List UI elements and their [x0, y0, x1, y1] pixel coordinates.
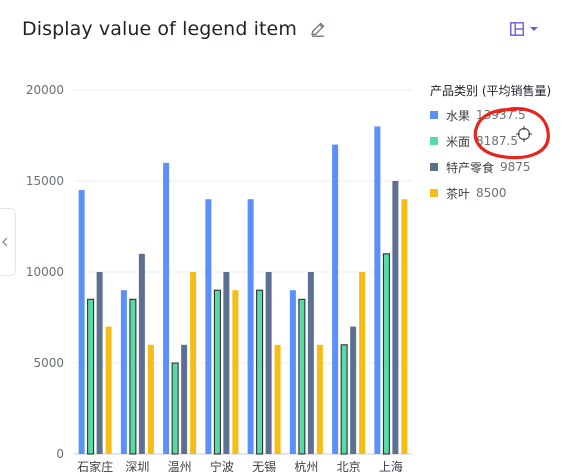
- y-tick-label: 0: [56, 447, 64, 461]
- bar: [171, 362, 179, 455]
- legend-item-specialty-snacks[interactable]: 特产零食 9875: [430, 158, 551, 176]
- x-tick-label: 深圳: [125, 460, 149, 472]
- bar: [265, 272, 272, 454]
- bar: [307, 272, 314, 454]
- bar: [256, 289, 264, 455]
- bar: [190, 272, 197, 454]
- legend-item-rice-noodles[interactable]: 米面 8187.5: [430, 132, 551, 150]
- bar: [382, 253, 390, 455]
- bar: [78, 190, 85, 454]
- bar: [332, 144, 339, 454]
- crosshair-icon: [515, 125, 533, 143]
- x-tick-label: 石家庄: [77, 459, 113, 472]
- legend-item-value: 8187.5: [476, 134, 519, 148]
- bar: [181, 344, 188, 454]
- legend-item-tea[interactable]: 茶叶 8500: [430, 184, 551, 202]
- bar: [340, 344, 348, 455]
- bar: [87, 298, 95, 455]
- bar: [401, 199, 408, 454]
- bar: [316, 344, 323, 454]
- bar: [105, 326, 112, 454]
- bar: [298, 298, 306, 455]
- bar: [392, 181, 399, 454]
- bar: [213, 289, 221, 455]
- legend-item-name: 水果: [446, 108, 471, 123]
- x-tick-label: 杭州: [294, 459, 318, 472]
- y-tick-label: 15000: [26, 174, 64, 188]
- y-tick-label: 5000: [33, 356, 64, 370]
- bar: [289, 290, 296, 454]
- legend-item-name: 茶叶: [446, 186, 471, 201]
- bar: [232, 290, 239, 454]
- bar: [129, 298, 137, 455]
- bar: [359, 272, 366, 454]
- legend: 产品类别 (平均销售量) 水果 13937.5 米面 8187.5 特产零食 9…: [430, 82, 551, 210]
- bar: [120, 290, 127, 454]
- legend-item-value: 13937.5: [476, 108, 526, 122]
- bar: [96, 272, 103, 454]
- x-tick-label: 无锡: [252, 459, 276, 472]
- legend-swatch: [430, 111, 438, 119]
- legend-item-value: 8500: [476, 186, 507, 200]
- x-tick-label: 上海: [379, 459, 403, 472]
- bar: [350, 326, 357, 454]
- y-tick-label: 20000: [26, 83, 64, 97]
- legend-item-name: 特产零食: [446, 160, 495, 175]
- bar: [223, 272, 230, 454]
- legend-item-fruit[interactable]: 水果 13937.5: [430, 106, 551, 124]
- y-tick-label: 10000: [26, 265, 64, 279]
- bar: [274, 344, 281, 454]
- x-tick-label: 宁波: [210, 459, 234, 472]
- x-tick-label: 北京: [337, 460, 361, 472]
- legend-item-value: 9875: [500, 160, 531, 174]
- bar: [247, 199, 254, 454]
- bar: [147, 344, 154, 454]
- legend-swatch: [430, 189, 438, 197]
- x-tick-label: 温州: [168, 460, 192, 472]
- legend-title: 产品类别 (平均销售量): [430, 84, 552, 98]
- legend-item-name: 米面: [446, 134, 471, 149]
- bar: [138, 253, 145, 454]
- legend-swatch: [430, 163, 438, 171]
- bar: [374, 126, 381, 455]
- bar: [205, 199, 212, 454]
- bar-chart: 0 5000 10000 15000 20000 石家庄 深圳 温州 宁波 无锡 杭州 北京 上海: [26, 83, 412, 472]
- legend-swatch: [430, 137, 438, 145]
- bar: [163, 162, 170, 455]
